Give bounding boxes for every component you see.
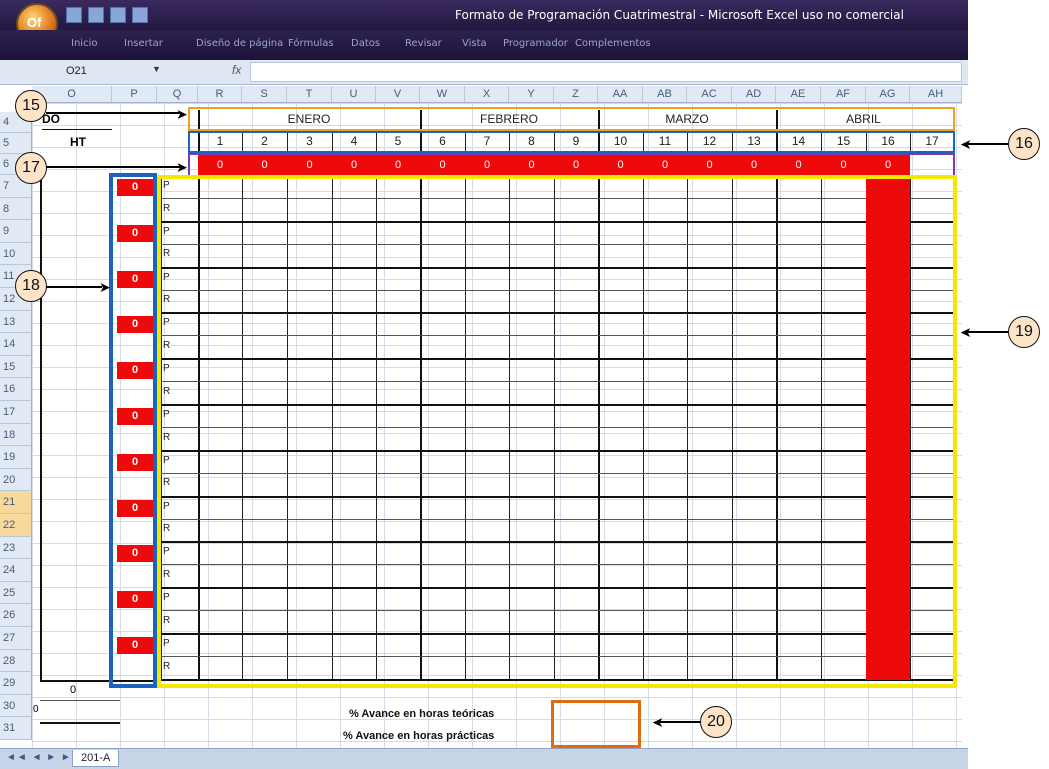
annotation-box-months bbox=[188, 107, 955, 131]
tab-programador[interactable]: Programador bbox=[503, 38, 568, 49]
formula-input[interactable] bbox=[250, 62, 962, 82]
arrow-head-right-icon: ➤ bbox=[176, 159, 188, 175]
row-header[interactable]: 30 bbox=[0, 694, 32, 718]
column-header[interactable]: AH bbox=[910, 86, 962, 103]
row-header[interactable]: 16 bbox=[0, 378, 32, 401]
row29-value[interactable]: 0 bbox=[70, 684, 90, 700]
row-header[interactable]: 31 bbox=[0, 717, 32, 740]
header-cell-ht[interactable]: HT bbox=[70, 135, 110, 153]
arrow-20 bbox=[660, 721, 700, 723]
row-header[interactable]: 29 bbox=[0, 672, 32, 695]
column-header[interactable]: V bbox=[376, 86, 420, 103]
annotation-box-days bbox=[188, 131, 955, 153]
tab-vista[interactable]: Vista bbox=[462, 38, 487, 49]
tab-complementos[interactable]: Complementos bbox=[575, 38, 651, 49]
quick-access-toolbar[interactable] bbox=[66, 7, 148, 23]
row-header[interactable]: 25 bbox=[0, 581, 32, 605]
percent-practice-label: % Avance en horas prácticas bbox=[343, 730, 495, 742]
column-header[interactable]: T bbox=[287, 86, 332, 103]
arrow-head-left-icon: ➤ bbox=[960, 324, 972, 340]
chevron-down-icon[interactable]: ▼ bbox=[152, 64, 161, 74]
sheet-tab-201a[interactable]: 201-A bbox=[72, 750, 120, 767]
ribbon-tabs: Inicio Insertar Diseño de página Fórmula… bbox=[0, 30, 968, 60]
arrow-head-right-icon: ➤ bbox=[176, 106, 188, 122]
title-bar: Formato de Programación Cuatrimestral - … bbox=[0, 0, 968, 30]
row30-value[interactable]: 0 bbox=[33, 704, 43, 720]
row-header[interactable]: 5 bbox=[0, 133, 32, 154]
column-header[interactable]: X bbox=[465, 86, 509, 103]
tab-insertar[interactable]: Insertar bbox=[124, 38, 163, 49]
tab-formulas[interactable]: Fórmulas bbox=[288, 38, 334, 49]
arrow-19 bbox=[968, 331, 1008, 333]
grid-line bbox=[40, 722, 120, 724]
column-header[interactable]: AD bbox=[732, 86, 776, 103]
row-header[interactable]: 19 bbox=[0, 446, 32, 469]
arrow-head-right-icon: ➤ bbox=[99, 279, 111, 295]
grid-line bbox=[40, 175, 42, 680]
row-header[interactable]: 24 bbox=[0, 559, 32, 582]
row-header[interactable]: 22 bbox=[0, 514, 32, 537]
annotation-box-percent bbox=[551, 700, 641, 748]
column-header[interactable]: AG bbox=[866, 86, 910, 103]
row-header[interactable]: 26 bbox=[0, 604, 32, 627]
annotation-box-left-column bbox=[109, 173, 157, 688]
sheet-tabs-bar: ◄◄ ◄ ► ►► 201-A bbox=[0, 748, 968, 769]
grid-line bbox=[40, 700, 120, 701]
row-header[interactable]: 20 bbox=[0, 468, 32, 492]
column-header[interactable]: P bbox=[112, 86, 157, 103]
tab-revisar[interactable]: Revisar bbox=[405, 38, 442, 49]
callout-15: 15 bbox=[15, 90, 47, 122]
arrow-18 bbox=[46, 286, 102, 288]
column-header[interactable]: W bbox=[420, 86, 465, 103]
tab-diseno[interactable]: Diseño de página bbox=[196, 38, 283, 49]
arrow-16 bbox=[968, 143, 1008, 145]
annotation-box-grid bbox=[157, 175, 957, 688]
row-header[interactable]: 9 bbox=[0, 220, 32, 243]
fx-icon[interactable]: fx bbox=[232, 63, 241, 77]
callout-17: 17 bbox=[15, 152, 47, 184]
tab-inicio[interactable]: Inicio bbox=[71, 38, 97, 49]
column-header[interactable]: Y bbox=[509, 86, 554, 103]
callout-18: 18 bbox=[15, 270, 47, 302]
annotation-box-red-row bbox=[188, 153, 955, 177]
callout-16: 16 bbox=[1008, 128, 1040, 160]
formula-bar: O21 ▼ fx bbox=[0, 60, 968, 85]
arrow-17 bbox=[46, 166, 180, 168]
header-cell-do[interactable]: DO bbox=[42, 112, 112, 130]
column-header[interactable]: AF bbox=[821, 86, 866, 103]
row-header[interactable]: 28 bbox=[0, 649, 32, 673]
row-header[interactable]: 8 bbox=[0, 197, 32, 221]
column-header[interactable]: AE bbox=[776, 86, 821, 103]
arrow-15 bbox=[46, 112, 180, 114]
tab-datos[interactable]: Datos bbox=[351, 38, 380, 49]
row-header[interactable]: 23 bbox=[0, 536, 32, 560]
column-header[interactable]: Q bbox=[157, 86, 198, 103]
callout-20: 20 bbox=[700, 706, 732, 738]
row-header[interactable]: 14 bbox=[0, 333, 32, 356]
column-header[interactable]: AB bbox=[643, 86, 687, 103]
arrow-head-left-icon: ➤ bbox=[960, 136, 972, 152]
row-header[interactable]: 21 bbox=[0, 491, 32, 514]
row-header[interactable]: 13 bbox=[0, 310, 32, 334]
column-header[interactable]: AA bbox=[598, 86, 643, 103]
column-header[interactable]: R bbox=[198, 86, 242, 103]
callout-19: 19 bbox=[1008, 316, 1040, 348]
row-header[interactable]: 17 bbox=[0, 401, 32, 424]
column-header[interactable]: AC bbox=[687, 86, 732, 103]
row-header[interactable]: 10 bbox=[0, 242, 32, 266]
row-header[interactable]: 18 bbox=[0, 423, 32, 447]
percent-theory-label: % Avance en horas teóricas bbox=[349, 708, 495, 720]
column-header[interactable]: Z bbox=[554, 86, 598, 103]
row-header[interactable]: 15 bbox=[0, 355, 32, 379]
window-title: Formato de Programación Cuatrimestral - … bbox=[455, 8, 904, 22]
row-header[interactable]: 27 bbox=[0, 627, 32, 650]
arrow-head-left-icon: ➤ bbox=[652, 714, 664, 730]
column-header[interactable]: S bbox=[242, 86, 287, 103]
column-header[interactable]: U bbox=[332, 86, 376, 103]
